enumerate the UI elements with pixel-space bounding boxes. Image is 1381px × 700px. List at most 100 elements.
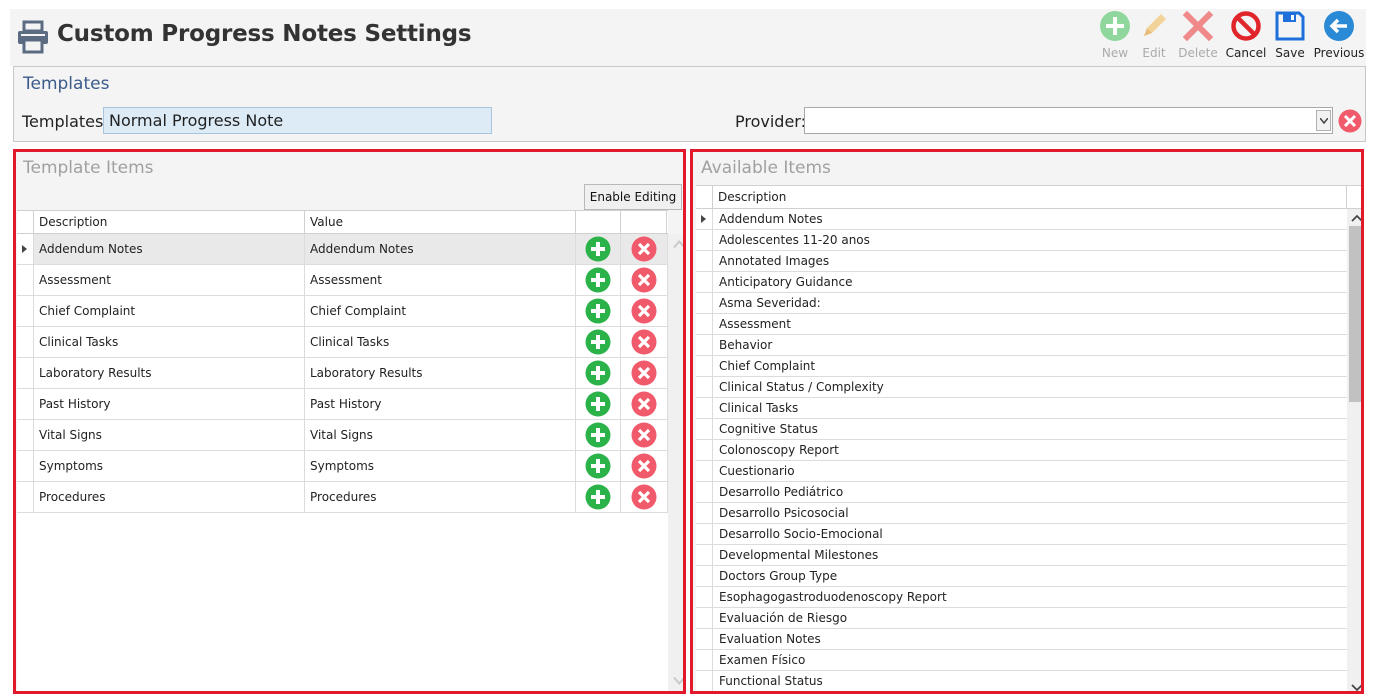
- provider-select[interactable]: [804, 107, 1333, 134]
- row-indicator[interactable]: [17, 389, 34, 419]
- add-item-icon[interactable]: [585, 422, 611, 448]
- template-items-scrollbar[interactable]: [668, 234, 683, 691]
- row-indicator[interactable]: [17, 358, 34, 388]
- add-item-icon[interactable]: [585, 267, 611, 293]
- add-item-icon[interactable]: [585, 360, 611, 386]
- table-row[interactable]: Chief Complaint Chief Complaint: [17, 296, 668, 327]
- cancel-button[interactable]: Cancel: [1225, 9, 1267, 66]
- remove-item-icon[interactable]: [631, 484, 657, 510]
- item-description[interactable]: Clinical Status / Complexity: [714, 377, 884, 397]
- item-description[interactable]: Colonoscopy Report: [714, 440, 839, 460]
- edit-button[interactable]: Edit: [1136, 9, 1172, 66]
- delete-button[interactable]: Delete: [1177, 9, 1219, 66]
- remove-item-icon[interactable]: [631, 329, 657, 355]
- row-indicator[interactable]: [17, 451, 34, 481]
- row-indicator[interactable]: [696, 503, 713, 523]
- add-item-icon[interactable]: [585, 484, 611, 510]
- value-cell[interactable]: Past History: [305, 389, 576, 419]
- row-indicator[interactable]: [17, 296, 34, 326]
- row-indicator[interactable]: [696, 251, 713, 271]
- row-indicator[interactable]: [17, 420, 34, 450]
- row-indicator[interactable]: [696, 482, 713, 502]
- add-item-icon[interactable]: [585, 453, 611, 479]
- add-item-icon[interactable]: [585, 298, 611, 324]
- description-cell[interactable]: Vital Signs: [34, 420, 305, 450]
- item-description[interactable]: Clinical Tasks: [714, 398, 798, 418]
- list-item[interactable]: Cognitive Status: [696, 419, 1347, 440]
- item-description[interactable]: Cognitive Status: [714, 419, 818, 439]
- remove-item-icon[interactable]: [631, 422, 657, 448]
- previous-button[interactable]: Previous: [1313, 9, 1365, 66]
- row-indicator[interactable]: [17, 265, 34, 295]
- scroll-down-icon[interactable]: [668, 673, 686, 688]
- scroll-down-icon[interactable]: [1347, 680, 1364, 694]
- row-indicator[interactable]: [696, 545, 713, 565]
- list-item[interactable]: Desarrollo Pediátrico: [696, 482, 1347, 503]
- row-indicator[interactable]: [696, 440, 713, 460]
- row-indicator[interactable]: [696, 209, 713, 229]
- scroll-up-icon[interactable]: [1347, 211, 1364, 226]
- add-item-icon[interactable]: [585, 329, 611, 355]
- description-cell[interactable]: Procedures: [34, 482, 305, 512]
- item-description[interactable]: Annotated Images: [714, 251, 829, 271]
- remove-item-icon[interactable]: [631, 360, 657, 386]
- row-indicator[interactable]: [696, 650, 713, 670]
- row-indicator[interactable]: [696, 230, 713, 250]
- row-indicator[interactable]: [696, 566, 713, 586]
- item-description[interactable]: Chief Complaint: [714, 356, 815, 376]
- remove-item-icon[interactable]: [631, 391, 657, 417]
- list-item[interactable]: Adolescentes 11-20 anos: [696, 230, 1347, 251]
- row-indicator[interactable]: [696, 587, 713, 607]
- row-indicator[interactable]: [17, 482, 34, 512]
- list-item[interactable]: Evaluation Notes: [696, 629, 1347, 650]
- list-item[interactable]: Doctors Group Type: [696, 566, 1347, 587]
- list-item[interactable]: Anticipatory Guidance: [696, 272, 1347, 293]
- list-item[interactable]: Colonoscopy Report: [696, 440, 1347, 461]
- scrollbar-thumb[interactable]: [1349, 226, 1361, 402]
- item-description[interactable]: Addendum Notes: [714, 209, 823, 229]
- item-description[interactable]: Functional Status: [714, 671, 823, 691]
- list-item[interactable]: Clinical Status / Complexity: [696, 377, 1347, 398]
- table-row[interactable]: Assessment Assessment: [17, 265, 668, 296]
- item-description[interactable]: Desarrollo Socio-Emocional: [714, 524, 883, 544]
- list-item[interactable]: Examen Físico: [696, 650, 1347, 671]
- item-description[interactable]: Developmental Milestones: [714, 545, 878, 565]
- list-item[interactable]: Assessment: [696, 314, 1347, 335]
- list-item[interactable]: Developmental Milestones: [696, 545, 1347, 566]
- list-item[interactable]: Evaluación de Riesgo: [696, 608, 1347, 629]
- row-indicator[interactable]: [696, 377, 713, 397]
- list-item[interactable]: Annotated Images: [696, 251, 1347, 272]
- row-indicator[interactable]: [696, 356, 713, 376]
- remove-item-icon[interactable]: [631, 236, 657, 262]
- value-cell[interactable]: Procedures: [305, 482, 576, 512]
- table-row[interactable]: Symptoms Symptoms: [17, 451, 668, 482]
- clear-provider-icon[interactable]: [1338, 109, 1362, 133]
- description-cell[interactable]: Laboratory Results: [34, 358, 305, 388]
- list-item[interactable]: Esophagogastroduodenoscopy Report: [696, 587, 1347, 608]
- item-description[interactable]: Cuestionario: [714, 461, 795, 481]
- list-item[interactable]: Cuestionario: [696, 461, 1347, 482]
- description-cell[interactable]: Chief Complaint: [34, 296, 305, 326]
- row-indicator[interactable]: [17, 327, 34, 357]
- row-indicator[interactable]: [17, 234, 34, 264]
- list-item[interactable]: Functional Status: [696, 671, 1347, 691]
- remove-item-icon[interactable]: [631, 298, 657, 324]
- templates-input[interactable]: Normal Progress Note: [103, 107, 492, 134]
- column-header-value[interactable]: Value: [305, 211, 576, 234]
- row-indicator[interactable]: [696, 335, 713, 355]
- row-indicator[interactable]: [696, 272, 713, 292]
- row-indicator[interactable]: [696, 419, 713, 439]
- row-indicator[interactable]: [696, 461, 713, 481]
- remove-item-icon[interactable]: [631, 267, 657, 293]
- provider-dropdown-button[interactable]: [1316, 110, 1331, 131]
- item-description[interactable]: Desarrollo Psicosocial: [714, 503, 849, 523]
- value-cell[interactable]: Addendum Notes: [305, 234, 576, 264]
- table-row[interactable]: Vital Signs Vital Signs: [17, 420, 668, 451]
- row-indicator[interactable]: [696, 629, 713, 649]
- add-item-icon[interactable]: [585, 391, 611, 417]
- description-cell[interactable]: Symptoms: [34, 451, 305, 481]
- description-cell[interactable]: Clinical Tasks: [34, 327, 305, 357]
- enable-editing-button[interactable]: Enable Editing: [584, 184, 682, 210]
- value-cell[interactable]: Laboratory Results: [305, 358, 576, 388]
- list-item[interactable]: Desarrollo Psicosocial: [696, 503, 1347, 524]
